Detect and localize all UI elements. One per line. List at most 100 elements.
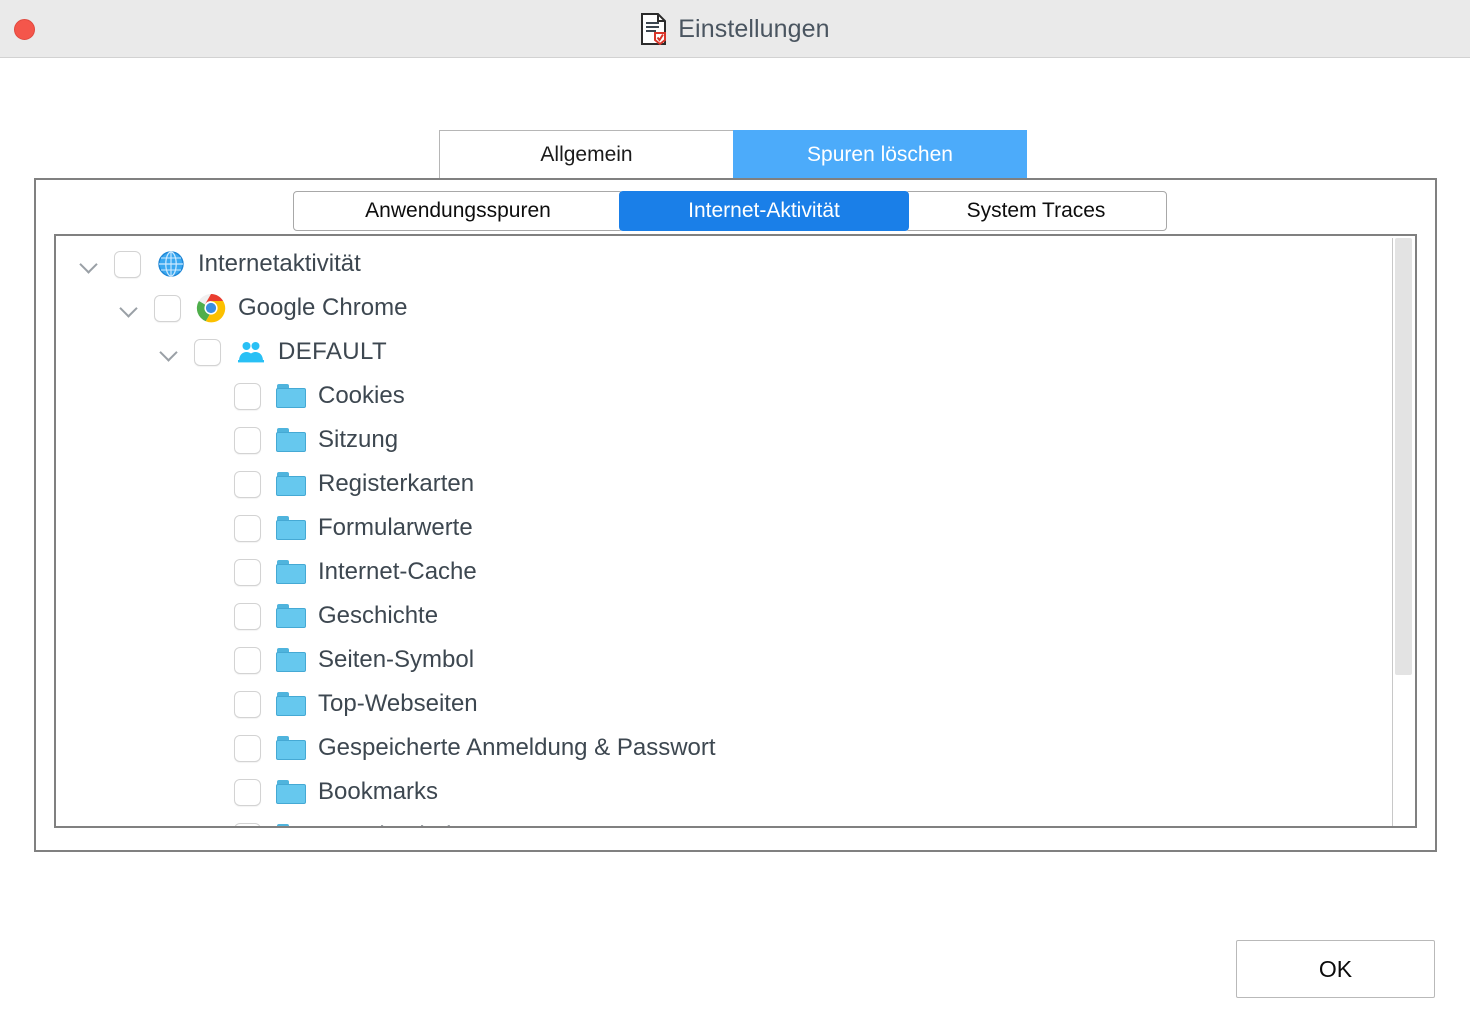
folder-icon	[276, 824, 306, 826]
tree-row-checkbox[interactable]	[194, 338, 221, 366]
window-title: Einstellungen	[678, 14, 830, 43]
trace-tree-list: Internetaktivität Google Chrome DEFAULT Coo…	[56, 236, 1396, 826]
tree-row-label: Seiten-Symbol	[318, 646, 475, 673]
tree-row-label: Formularwerte	[318, 514, 473, 541]
tree-row-label: Internet-Cache	[318, 558, 477, 585]
tree-row-label: Internetaktivität	[198, 250, 361, 277]
tree-row-icon	[274, 689, 308, 719]
tree-scrollbar-thumb[interactable]	[1395, 238, 1412, 675]
tree-row-checkbox[interactable]	[234, 734, 261, 762]
tree-row[interactable]: Sitzung	[68, 418, 1396, 462]
users-icon	[237, 341, 265, 363]
tab-spuren-loeschen[interactable]: Spuren löschen	[733, 130, 1027, 179]
trace-tree-panel: Internetaktivität Google Chrome DEFAULT Coo…	[54, 234, 1417, 828]
tree-row-checkbox[interactable]	[234, 470, 261, 498]
tree-vertical-scrollbar[interactable]	[1392, 238, 1413, 826]
tree-row-icon	[274, 777, 308, 807]
tree-row-label: Gespeicherte Anmeldung & Passwort	[318, 734, 716, 761]
window-title-group: Einstellungen	[0, 0, 1470, 58]
tree-row-checkbox[interactable]	[234, 514, 261, 542]
tree-row-checkbox[interactable]	[234, 382, 261, 410]
tree-row-checkbox[interactable]	[234, 558, 261, 586]
tree-row-checkbox[interactable]	[234, 778, 261, 806]
folder-icon	[276, 472, 306, 496]
tree-row[interactable]: DEFAULT	[68, 330, 1396, 374]
tree-row-icon	[274, 469, 308, 499]
inner-tab-strip: Anwendungsspuren Internet-Aktivität Syst…	[293, 191, 1167, 231]
tree-row[interactable]: Bookmarks	[68, 770, 1396, 814]
tree-row[interactable]: Internetaktivität	[68, 242, 1396, 286]
folder-icon	[276, 384, 306, 408]
tree-row-icon	[274, 425, 308, 455]
folder-icon	[276, 780, 306, 804]
folder-icon	[276, 428, 306, 452]
folder-icon	[276, 736, 306, 760]
chevron-down-icon[interactable]	[78, 253, 100, 275]
tab-anwendungsspuren[interactable]: Anwendungsspuren	[293, 191, 623, 231]
chevron-down-icon[interactable]	[158, 341, 180, 363]
tree-row-checkbox[interactable]	[114, 250, 141, 278]
folder-icon	[276, 560, 306, 584]
tree-row-checkbox[interactable]	[234, 426, 261, 454]
tree-row[interactable]: Registerkarten	[68, 462, 1396, 506]
folder-icon	[276, 604, 306, 628]
tree-row-label: DEFAULT	[278, 338, 388, 365]
tree-row-label: Cookies	[318, 382, 405, 409]
window-titlebar: Einstellungen	[0, 0, 1470, 58]
tree-row-icon	[274, 821, 308, 826]
folder-icon	[276, 516, 306, 540]
tree-row[interactable]: Internet-Cache	[68, 550, 1396, 594]
tab-system-traces[interactable]: System Traces	[905, 191, 1167, 231]
tree-row[interactable]: Cookies	[68, 374, 1396, 418]
tree-row-label: Geschichte	[318, 602, 439, 629]
tree-row-icon	[274, 733, 308, 763]
document-shield-icon	[640, 13, 668, 46]
tree-row-label: Google Chrome	[238, 294, 408, 321]
tree-row-checkbox[interactable]	[154, 294, 181, 322]
tree-row-label: Sitzung	[318, 426, 399, 453]
tree-row-icon	[274, 513, 308, 543]
tree-row-label: Download-Liste	[318, 822, 483, 826]
tree-row[interactable]: Gespeicherte Anmeldung & Passwort	[68, 726, 1396, 770]
tree-row-icon	[154, 249, 188, 279]
tree-row-label: Bookmarks	[318, 778, 439, 805]
tree-row-icon	[274, 381, 308, 411]
tab-allgemein[interactable]: Allgemein	[439, 130, 733, 179]
tree-row-icon	[234, 337, 268, 367]
tree-row[interactable]: Formularwerte	[68, 506, 1396, 550]
tree-row[interactable]: Seiten-Symbol	[68, 638, 1396, 682]
tree-row-label: Registerkarten	[318, 470, 475, 497]
tab-internet-aktivitaet[interactable]: Internet-Aktivität	[619, 191, 909, 231]
tree-row-label: Top-Webseiten	[318, 690, 478, 717]
tree-row-checkbox[interactable]	[234, 822, 261, 826]
tree-row-checkbox[interactable]	[234, 602, 261, 630]
folder-icon	[276, 648, 306, 672]
tree-row[interactable]: Top-Webseiten	[68, 682, 1396, 726]
tree-row[interactable]: Download-Liste	[68, 814, 1396, 826]
outer-tab-strip: Allgemein Spuren löschen	[439, 130, 1027, 179]
tree-row-checkbox[interactable]	[234, 690, 261, 718]
tree-row[interactable]: Geschichte	[68, 594, 1396, 638]
tree-row-icon	[194, 293, 228, 323]
globe-icon	[158, 251, 184, 277]
ok-button[interactable]: OK	[1236, 940, 1435, 998]
chrome-icon	[196, 293, 226, 323]
tree-row-icon	[274, 601, 308, 631]
tree-row-checkbox[interactable]	[234, 646, 261, 674]
tree-row[interactable]: Google Chrome	[68, 286, 1396, 330]
tree-row-icon	[274, 645, 308, 675]
folder-icon	[276, 692, 306, 716]
chevron-down-icon[interactable]	[118, 297, 140, 319]
tree-row-icon	[274, 557, 308, 587]
